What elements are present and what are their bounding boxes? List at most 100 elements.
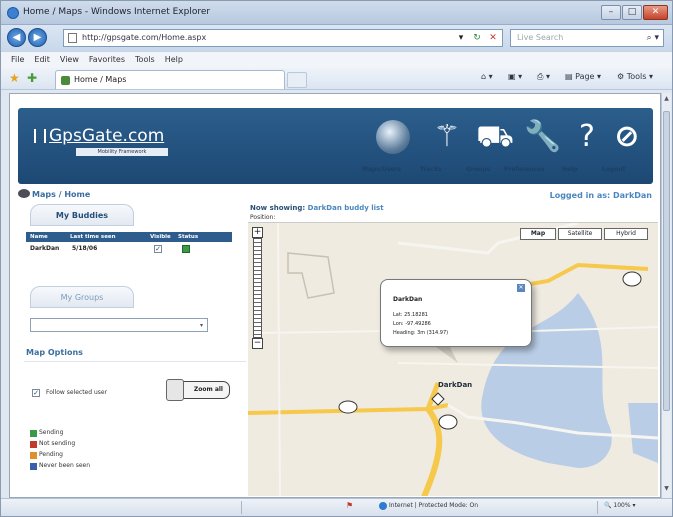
scroll-thumb[interactable] [663,111,670,411]
not-sending-icon [30,441,37,448]
back-button[interactable]: ◀ [7,28,26,47]
tracks-icon[interactable]: ⚚ [428,118,466,156]
globe-icon [379,502,387,510]
security-zone[interactable]: Internet | Protected Mode: On [379,502,478,510]
window-title: Home / Maps - Windows Internet Explorer [23,7,211,17]
popup-blocked-icon[interactable]: ⚑ [346,501,353,510]
scroll-up-icon[interactable]: ▲ [663,95,670,102]
map-marker-label[interactable]: DarkDan [438,381,472,389]
address-bar[interactable]: http://gpsgate.com/Home.aspx [63,29,503,47]
buddies-header[interactable]: My Buddies [30,204,134,226]
menu-help[interactable]: Help [160,52,188,64]
groups-icon[interactable]: ⛟ [476,118,514,156]
map-type-hybrid-button[interactable]: Hybrid [604,228,648,240]
legend-item: Sending [30,429,90,440]
add-favorite-icon[interactable]: ✚ [27,71,37,85]
address-dropdown-icon[interactable]: ▾ [453,29,469,47]
map-zoom-control: + − [252,227,264,349]
never-seen-icon [30,463,37,470]
nav-tracks[interactable]: Tracks [420,166,442,173]
logged-in-status: Logged in as: DarkDan [549,191,652,200]
buddy-name[interactable]: DarkDan [30,245,59,252]
zoom-slider[interactable] [253,238,262,338]
buddy-last-seen: 5/18/06 [72,245,98,252]
preferences-wrench-icon[interactable]: 🔧 [524,118,562,156]
page-scrollbar[interactable]: ▲ ▼ [661,93,671,498]
menu-favorites[interactable]: Favorites [84,52,130,64]
nav-help[interactable]: Help [562,166,577,173]
refresh-icon[interactable]: ↻ [469,29,485,47]
groups-header[interactable]: My Groups [30,286,134,308]
search-placeholder: Live Search [517,33,564,42]
map-type-map-button[interactable]: Map [520,228,556,240]
maximize-button[interactable]: □ [622,5,642,20]
nav-preferences[interactable]: Preferences [504,166,545,173]
table-row[interactable]: DarkDan 5/18/06 ✓ [26,244,232,254]
col-name[interactable]: Name [30,234,48,240]
address-url: http://gpsgate.com/Home.aspx [82,33,207,42]
groups-select[interactable]: ▾ [30,318,208,332]
sending-icon [30,430,37,437]
site-nav-icons: ⚚ ⛟ 🔧 ? ⊘ [370,118,650,168]
tools-menu[interactable]: ⚙ Tools ▾ [617,72,653,81]
follow-checkbox[interactable]: ✓ [32,389,40,397]
new-tab-button[interactable] [287,72,307,88]
zoom-out-button[interactable]: − [252,338,263,349]
position-label: Position: [250,214,276,221]
col-last-seen[interactable]: Last time seen [70,234,116,240]
map-type-satellite-button[interactable]: Satellite [558,228,602,240]
menu-view[interactable]: View [55,52,84,64]
minimize-button[interactable]: – [601,5,621,20]
zoom-in-button[interactable]: + [252,227,263,238]
command-bar: ★ ✚ Home / Maps ⌂ ▾ ▣ ▾ ⎙ ▾ ▤ Page ▾ ⚙ T… [1,68,672,90]
status-divider [241,501,242,514]
page-menu[interactable]: ▤ Page ▾ [565,72,601,81]
favorites-star-icon[interactable]: ★ [9,71,20,85]
menu-tools[interactable]: Tools [130,52,160,64]
close-button[interactable]: ✕ [643,5,668,20]
close-icon[interactable]: ✕ [517,284,525,292]
legend-item: Pending [30,451,90,462]
popup-name: DarkDan [393,296,423,303]
feeds-icon[interactable]: ▣ ▾ [508,72,522,81]
map-canvas [248,223,658,496]
site-logo[interactable]: GpsGate.com [34,126,164,146]
forward-button[interactable]: ▶ [28,28,47,47]
scroll-down-icon[interactable]: ▼ [663,485,670,492]
buddies-table-header: Name Last time seen Visible Status [26,232,232,242]
tab-home-maps[interactable]: Home / Maps [55,70,285,89]
popup-lon: Lon: -97.49286 [393,321,431,327]
menu-file[interactable]: File [1,52,29,64]
nav-maps-users[interactable]: Maps/Users [362,166,401,173]
address-toolbar: ◀ ▶ http://gpsgate.com/Home.aspx ▾ ↻ ✕ L… [1,25,672,51]
logo-mark-icon [34,129,46,143]
nav-groups[interactable]: Groups [466,166,490,173]
status-legend: Sending Not sending Pending Never been s… [30,429,90,473]
print-icon[interactable]: ⎙ ▾ [537,72,550,82]
zoom-level[interactable]: 🔍 100% ▾ [604,502,635,509]
popup-heading: Heading: 3m (314.97) [393,330,449,336]
legend-item: Never been seen [30,462,90,473]
stop-icon[interactable]: ✕ [485,29,501,47]
map-options-title: Map Options [24,348,246,362]
site-tagline: Mobility Framework [76,148,168,156]
search-input[interactable]: Live Search ⌕ ▾ [510,29,664,47]
search-icon[interactable]: ⌕ ▾ [647,30,659,46]
breadcrumb[interactable]: Maps / Home [18,189,90,199]
help-icon[interactable]: ? [568,118,606,156]
follow-label: Follow selected user [46,389,108,396]
nav-logout[interactable]: Logout [602,166,626,173]
status-bar: ⚑ Internet | Protected Mode: On 🔍 100% ▾ [1,498,672,516]
zoom-all-button[interactable]: Zoom all [166,379,230,401]
col-status[interactable]: Status [178,234,198,240]
visible-checkbox[interactable]: ✓ [154,245,162,253]
map-view[interactable]: + − Map Satellite Hybrid DarkDan ✕ DarkD… [248,222,658,496]
follow-option[interactable]: ✓ Follow selected user [32,389,108,397]
menu-edit[interactable]: Edit [29,52,55,64]
maps-users-icon[interactable] [376,120,410,154]
info-popup: ✕ DarkDan Lat: 25.18281 Lon: -97.49286 H… [380,279,532,347]
home-icon[interactable]: ⌂ ▾ [481,72,493,81]
zoom-all-icon [166,379,184,401]
col-visible[interactable]: Visible [150,234,171,240]
logout-icon[interactable]: ⊘ [608,118,646,156]
